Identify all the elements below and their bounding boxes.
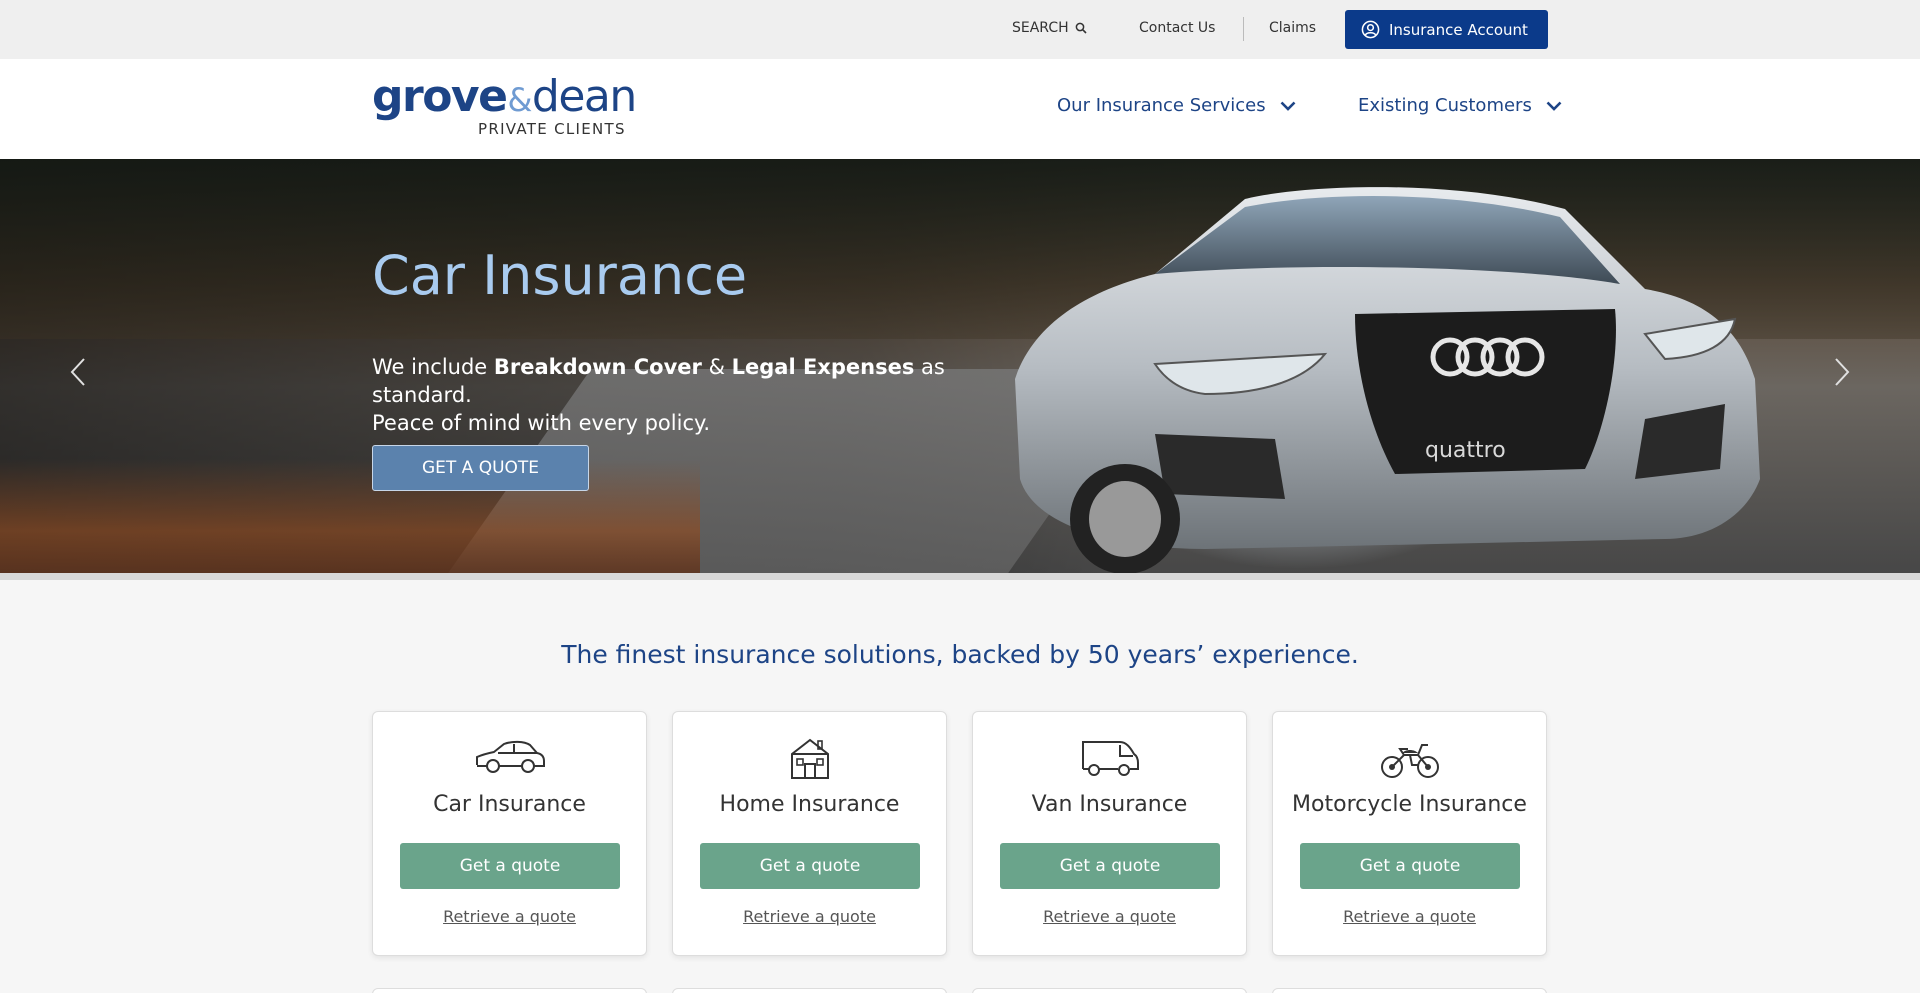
nav-customers-label: Existing Customers — [1358, 95, 1532, 116]
grove-dean-logo[interactable]: grove & dean PRIVATE CLIENTS — [372, 71, 637, 141]
product-card-car: Car Insurance Get a quote Retrieve a quo… — [372, 711, 647, 956]
van-get-a-quote-button[interactable]: Get a quote — [1000, 843, 1220, 889]
product-card-partial — [1272, 988, 1547, 993]
car-image: quattro — [1015, 187, 1760, 573]
motorcycle-retrieve-quote-link[interactable]: Retrieve a quote — [1273, 907, 1546, 926]
hero-text-line2: Peace of mind with every policy. — [372, 411, 711, 435]
hero-progress-strip — [0, 573, 1920, 580]
hero-autumn-leaves — [0, 459, 700, 573]
logo-amp: & — [507, 81, 532, 119]
car-icon — [475, 740, 545, 773]
card-title: Car Insurance — [433, 792, 586, 817]
main-header: grove & dean PRIVATE CLIENTS Our Insuran… — [0, 59, 1920, 159]
hero-text-breakdown: Breakdown Cover — [493, 355, 702, 379]
van-icon — [1081, 741, 1139, 776]
hero-text-legal: Legal Expenses — [731, 355, 915, 379]
insurance-account-label: Insurance Account — [1389, 20, 1528, 39]
contact-us-link[interactable]: Contact Us — [1139, 20, 1215, 36]
logo-subtitle: PRIVATE CLIENTS — [478, 120, 626, 138]
search-icon — [1075, 22, 1087, 34]
logo-wordmark: grove & dean — [372, 71, 637, 122]
card-title: Van Insurance — [1031, 792, 1188, 817]
logo-grove: grove — [372, 71, 508, 122]
hero-description: We include Breakdown Cover & Legal Expen… — [372, 353, 1012, 437]
product-card-partial — [372, 988, 647, 993]
home-get-a-quote-button[interactable]: Get a quote — [700, 843, 920, 889]
chevron-down-icon — [1546, 101, 1562, 111]
car-get-a-quote-button[interactable]: Get a quote — [400, 843, 620, 889]
tagline: The finest insurance solutions, backed b… — [561, 640, 1359, 669]
search-label: SEARCH — [1012, 20, 1069, 36]
product-card-partial — [672, 988, 947, 993]
search-link[interactable]: SEARCH — [1012, 20, 1087, 36]
utility-bar: SEARCH Contact Us Claims Insurance Accou… — [0, 0, 1920, 59]
hero-title: Car Insurance — [372, 244, 748, 307]
house-icon — [790, 738, 829, 779]
product-card-motorcycle: Motorcycle Insurance Get a quote Retriev… — [1272, 711, 1547, 956]
product-card-van: Van Insurance Get a quote Retrieve a quo… — [972, 711, 1247, 956]
carousel-next-icon[interactable] — [1830, 357, 1854, 387]
nav-existing-customers[interactable]: Existing Customers — [1358, 95, 1562, 116]
user-circle-icon — [1361, 20, 1380, 39]
hero-banner: quattro Car Insurance We include Breakdo… — [0, 159, 1920, 573]
hero-text-amp: & — [701, 355, 732, 379]
insurance-account-button[interactable]: Insurance Account — [1345, 10, 1548, 49]
motorcycle-get-a-quote-button[interactable]: Get a quote — [1300, 843, 1520, 889]
van-retrieve-quote-link[interactable]: Retrieve a quote — [973, 907, 1246, 926]
claims-link[interactable]: Claims — [1269, 20, 1316, 36]
logo-dean: dean — [531, 71, 637, 122]
product-card-partial — [972, 988, 1247, 993]
card-title: Motorcycle Insurance — [1292, 792, 1527, 817]
home-retrieve-quote-link[interactable]: Retrieve a quote — [673, 907, 946, 926]
hero-text-prefix: We include — [372, 355, 494, 379]
motorcycle-icon — [1380, 744, 1439, 778]
nav-our-insurance-services[interactable]: Our Insurance Services — [1057, 95, 1296, 116]
car-retrieve-quote-link[interactable]: Retrieve a quote — [373, 907, 646, 926]
quattro-badge: quattro — [1425, 438, 1506, 463]
hero-get-a-quote-button[interactable]: GET A QUOTE — [372, 445, 589, 491]
topbar-divider — [1243, 17, 1244, 41]
carousel-prev-icon[interactable] — [66, 357, 90, 387]
chevron-down-icon — [1280, 101, 1296, 111]
nav-services-label: Our Insurance Services — [1057, 95, 1266, 116]
card-title: Home Insurance — [719, 792, 900, 817]
product-card-home: Home Insurance Get a quote Retrieve a qu… — [672, 711, 947, 956]
